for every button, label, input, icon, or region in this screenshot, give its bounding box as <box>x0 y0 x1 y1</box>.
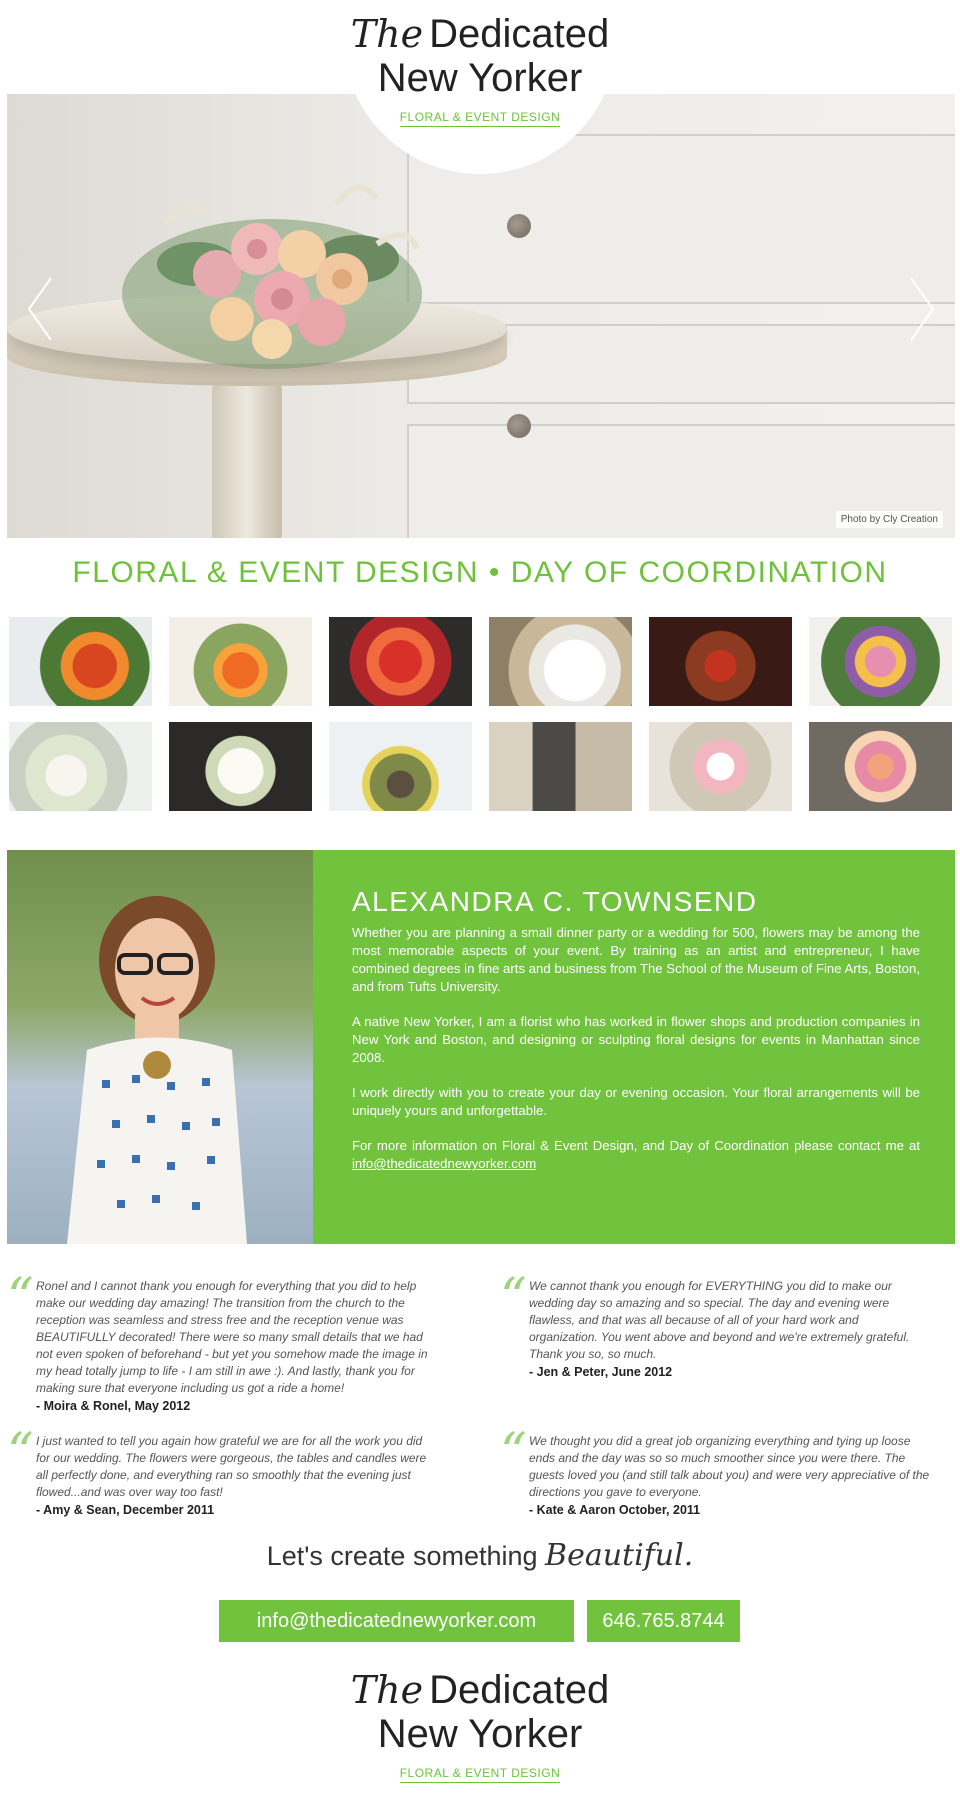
hero-door-knob <box>507 414 531 438</box>
gallery-thumb[interactable] <box>649 722 792 811</box>
chevron-right-icon <box>910 277 935 341</box>
about-contact-paragraph: For more information on Floral & Event D… <box>352 1137 920 1173</box>
cta-heading: Let's create something Beautiful. <box>0 1538 960 1573</box>
gallery-thumb[interactable] <box>169 722 312 811</box>
logo-subtitle: FLORAL & EVENT DESIGN <box>399 110 561 127</box>
gallery-thumb[interactable] <box>329 617 472 706</box>
gallery-thumb[interactable] <box>489 722 632 811</box>
testimonial-author: - Amy & Sean, December 2011 <box>36 1503 215 1517</box>
portrait-image <box>67 896 247 1244</box>
gallery-thumb[interactable] <box>329 722 472 811</box>
testimonial: “ We cannot thank you enough for EVERYTH… <box>500 1272 930 1379</box>
site-logo[interactable]: The Dedicated New Yorker FLORAL & EVENT D… <box>0 12 960 127</box>
logo-the: The <box>350 1668 424 1712</box>
quote-icon: “ <box>7 1423 34 1483</box>
testimonial-author: - Kate & Aaron October, 2011 <box>529 1503 701 1517</box>
email-button[interactable]: info@thedicatednewyorker.com <box>219 1600 574 1642</box>
testimonial-text: We cannot thank you enough for EVERYTHIN… <box>529 1279 910 1361</box>
quote-icon: “ <box>500 1423 527 1483</box>
testimonial-author: - Jen & Peter, June 2012 <box>529 1365 673 1379</box>
about-paragraph: A native New Yorker, I am a florist who … <box>352 1014 920 1065</box>
about-paragraph: Whether you are planning a small dinner … <box>352 925 920 994</box>
testimonial-text: I just wanted to tell you again how grat… <box>36 1434 427 1499</box>
cta-script: Beautiful. <box>545 1538 694 1573</box>
logo-dedicated: Dedicated <box>429 1668 610 1712</box>
about-contact-text: For more information on Floral & Event D… <box>352 1138 920 1153</box>
about-content: ALEXANDRA C. TOWNSEND Whether you are pl… <box>352 886 920 1190</box>
testimonial-text: Ronel and I cannot thank you enough for … <box>36 1279 428 1395</box>
about-paragraph: I work directly with you to create your … <box>352 1085 920 1118</box>
gallery-thumb[interactable] <box>169 617 312 706</box>
services-tagline: FLORAL & EVENT DESIGN • DAY OF COORDINAT… <box>72 556 888 589</box>
testimonial-text: We thought you did a great job organizin… <box>529 1434 930 1499</box>
testimonial: “ I just wanted to tell you again how gr… <box>7 1427 437 1517</box>
logo-line-1: The Dedicated <box>0 12 960 56</box>
gallery-thumb[interactable] <box>489 617 632 706</box>
gallery-thumb[interactable] <box>809 617 952 706</box>
testimonial: “ We thought you did a great job organiz… <box>500 1427 930 1517</box>
hero-door-knob <box>507 214 531 238</box>
about-heading: ALEXANDRA C. TOWNSEND <box>352 886 758 917</box>
chevron-left-icon <box>27 277 52 341</box>
hero-prev-button[interactable] <box>25 274 55 344</box>
hero-next-button[interactable] <box>907 274 937 344</box>
quote-icon: “ <box>7 1268 34 1328</box>
about-section: ALEXANDRA C. TOWNSEND Whether you are pl… <box>7 850 955 1244</box>
quote-icon: “ <box>500 1268 527 1328</box>
bouquet-image <box>122 184 422 369</box>
testimonial-author: - Moira & Ronel, May 2012 <box>36 1399 191 1413</box>
hero-table-leg <box>212 382 282 538</box>
logo-subtitle: FLORAL & EVENT DESIGN <box>399 1766 561 1783</box>
gallery-thumb[interactable] <box>9 617 152 706</box>
portrait-photo <box>7 850 313 1244</box>
gallery-thumb[interactable] <box>9 722 152 811</box>
logo-line-2: New Yorker <box>377 1712 583 1756</box>
email-link[interactable]: info@thedicatednewyorker.com <box>352 1156 536 1171</box>
gallery-thumb[interactable] <box>649 617 792 706</box>
logo-the: The <box>350 12 424 56</box>
logo-line-1: The Dedicated <box>0 1668 960 1712</box>
logo-line-2: New Yorker <box>377 56 583 100</box>
footer-logo[interactable]: The Dedicated New Yorker FLORAL & EVENT D… <box>0 1668 960 1783</box>
cta-lead: Let's create something <box>266 1541 538 1571</box>
logo-dedicated: Dedicated <box>429 12 610 56</box>
photo-credit: Photo by Cly Creation <box>835 511 943 528</box>
gallery-thumb[interactable] <box>809 722 952 811</box>
phone-button[interactable]: 646.765.8744 <box>587 1600 740 1642</box>
testimonial: “ Ronel and I cannot thank you enough fo… <box>7 1272 437 1413</box>
